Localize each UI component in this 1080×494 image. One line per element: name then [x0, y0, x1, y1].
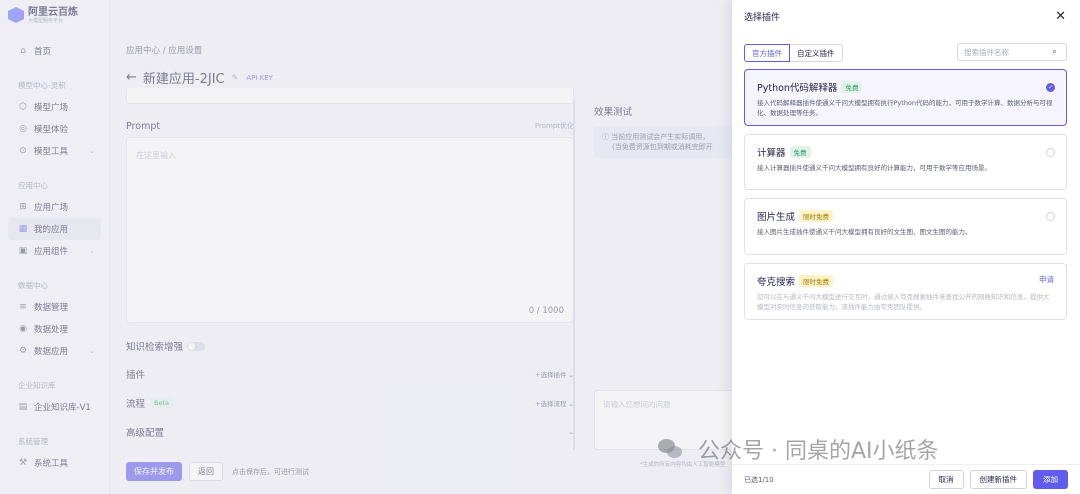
limited-free-badge: 限时免费 [799, 275, 834, 287]
plugin-name: 图片生成 [757, 212, 796, 223]
plugin-name: 计算器 [757, 148, 786, 159]
add-button[interactable]: 添加 [1033, 470, 1068, 489]
modal-overlay[interactable] [0, 0, 732, 494]
tab-custom-plugins[interactable]: 自定义插件 [790, 44, 843, 62]
drawer-title: 选择插件 [744, 12, 781, 23]
plugin-name: Python代码解释器 [757, 83, 838, 94]
plugin-card-calculator[interactable]: 计算器 免费 接入计算器插件使通义千问大模型拥有良好的计算能力，可用于数学等应用… [744, 134, 1067, 190]
selected-count: 已选1/10 [744, 475, 774, 484]
plugin-tabs: 官方插件 自定义插件 [744, 44, 843, 62]
tab-official-plugins[interactable]: 官方插件 [744, 44, 790, 62]
free-badge: 免费 [789, 146, 811, 158]
drawer-footer: 已选1/10 取消 创建新插件 添加 [732, 464, 1080, 494]
plugin-card-python[interactable]: Python代码解释器 免费 接入代码解释器插件使通义千问大模型拥有执行Pyth… [744, 69, 1067, 126]
search-icon[interactable]: ⌕ [1052, 47, 1057, 57]
plugin-desc: 接入计算器插件使通义千问大模型拥有良好的计算能力，可用于数学等应用场景。 [757, 164, 991, 172]
plugin-card-image-gen[interactable]: 图片生成 限时免费 接入图片生成插件使通义千问大模型拥有良好的文生图、图文生图的… [744, 198, 1067, 255]
close-icon[interactable]: ✕ [1055, 9, 1066, 24]
apply-link[interactable]: 申请 [1039, 274, 1054, 285]
wechat-icon [658, 438, 684, 460]
plugin-desc: 接入图片生成插件使通义千问大模型拥有良好的文生图、图文生图的能力。 [757, 228, 972, 236]
limited-free-badge: 限时免费 [799, 210, 834, 222]
create-plugin-button[interactable]: 创建新插件 [969, 470, 1027, 489]
plugin-desc: 您可以在与通义千问大模型进行交互时，通过接入夸克搜索插件来查找公开的网络知识和信… [757, 293, 1050, 311]
plugin-name: 夸克搜索 [757, 277, 796, 288]
free-badge: 免费 [841, 81, 863, 93]
search-input[interactable] [964, 47, 1052, 57]
plugin-drawer: 选择插件 ✕ 官方插件 自定义插件 ⌕ Python代码解释器 免费 接入代码解… [732, 0, 1080, 494]
checkmark-icon[interactable]: ✓ [1046, 83, 1055, 92]
plugin-list: Python代码解释器 免费 接入代码解释器插件使通义千问大模型拥有执行Pyth… [744, 69, 1067, 328]
radio-icon[interactable] [1046, 148, 1055, 157]
plugin-search: ⌕ [957, 43, 1067, 61]
plugin-card-quark-search: 夸克搜索 限时免费 您可以在与通义千问大模型进行交互时，通过接入夸克搜索插件来查… [744, 263, 1067, 320]
cancel-button[interactable]: 取消 [928, 470, 964, 489]
plugin-desc: 接入代码解释器插件使通义千问大模型拥有执行Python代码的能力，可用于数学计算… [757, 99, 1053, 117]
radio-icon[interactable] [1046, 212, 1055, 221]
watermark: 公众号 · 同桌的AI小纸条 [658, 433, 939, 465]
